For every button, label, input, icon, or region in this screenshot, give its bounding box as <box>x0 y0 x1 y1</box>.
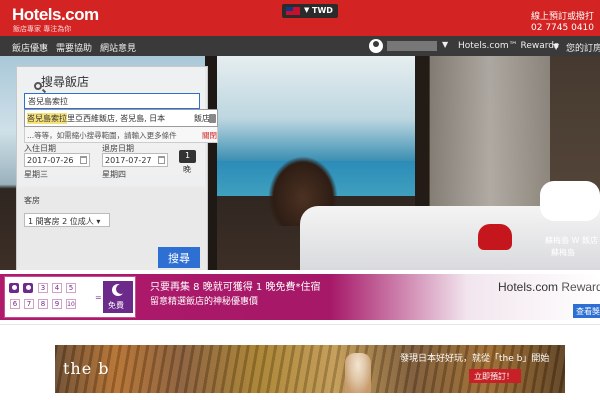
stamp-slot: 9 <box>52 299 62 309</box>
nav-rewards[interactable]: Hotels.com™ Rewards <box>458 41 559 51</box>
equals-sign: = <box>95 293 102 302</box>
suggestion-text: 里亞西維飯店, 峇兒島, 日本 <box>67 114 166 123</box>
user-name-redacted[interactable] <box>387 41 437 51</box>
hero-caption-location: 蘇梅島 <box>551 248 575 257</box>
ad-message: 發現日本好好玩，就從「the b」開始 <box>400 354 550 364</box>
taiwan-flag-icon <box>286 7 300 15</box>
checkout-date-input[interactable]: 2017-07-27 <box>102 153 168 167</box>
free-night-badge: 免費 <box>103 281 133 313</box>
phone-number[interactable]: 02 7745 0410 <box>531 23 594 33</box>
suggestion-match: 峇兒島索拉 <box>27 113 67 124</box>
logo-tagline: 飯店專家 專注為你 <box>13 25 72 33</box>
hero-curtain <box>430 56 550 216</box>
view-rewards-button[interactable]: 查看獎勵 <box>573 304 600 318</box>
hint-close-link[interactable]: 關閉 <box>202 130 217 141</box>
stamp-slot: 8 <box>38 299 48 309</box>
hint-text: ...等等，如需縮小搜尋範圍，請輸入更多條件 <box>27 131 177 140</box>
nav-my-trips[interactable]: 您的訂房 <box>566 41 600 54</box>
main-nav: 飯店優惠 需要協助 網站意見 ▼ Hotels.com™ Rewards ▼ 您… <box>0 36 600 56</box>
top-header: Hotels.com 飯店專家 專注為你 ▼ TWD 線上預訂或撥打 02 77… <box>0 0 600 36</box>
ad-kimono-figure <box>345 353 371 393</box>
hero-caption-hotel[interactable]: 蘇梅島 W 飯店 <box>545 235 598 246</box>
search-panel-title: 搜尋飯店 <box>25 73 89 90</box>
hero-sky <box>210 56 420 161</box>
promo-subline: 留意精選飯店的神秘優惠價 <box>150 297 259 307</box>
currency-code: TWD <box>312 6 333 15</box>
hero-pillow <box>540 181 600 221</box>
suggestion-type: 飯店 <box>194 114 210 123</box>
search-icon <box>34 82 42 90</box>
moon-icon <box>112 284 126 296</box>
stamp-slot: 10 <box>66 299 76 309</box>
autocomplete-suggestion[interactable]: 峇兒島索拉 里亞西維飯店, 峇兒島, 日本 飯店 <box>24 109 218 127</box>
moon-stamp-icon <box>23 283 33 293</box>
user-avatar-icon[interactable] <box>369 39 383 53</box>
stamp-slot: 3 <box>38 283 48 293</box>
chevron-down-icon: ▾ <box>96 217 101 226</box>
nights-label: 晚 <box>183 165 191 174</box>
hotel-icon <box>209 114 216 123</box>
checkout-weekday: 星期四 <box>102 170 126 179</box>
hotel-search-panel: 搜尋飯店 峇兒島索拉 里亞西維飯店, 峇兒島, 日本 飯店 ...等等，如需縮小… <box>16 66 218 272</box>
search-button[interactable]: 搜尋 <box>158 247 200 268</box>
rewards-logo: Hotels.com Rewards <box>498 280 600 294</box>
rooms-label: 客房 <box>24 196 40 205</box>
section-divider <box>0 324 600 325</box>
nav-rewards-chevron-icon[interactable]: ▼ <box>553 42 559 51</box>
hero-red-bear <box>478 224 512 250</box>
ad-book-now-button[interactable]: 立即預訂！ <box>469 369 521 383</box>
calendar-icon <box>158 156 165 164</box>
stamp-slot: 6 <box>10 299 20 309</box>
calendar-icon <box>80 156 87 164</box>
ad-brand: the b <box>63 359 110 378</box>
rooms-guests-select[interactable]: 1 間客房 2 位成人 ▾ <box>24 213 110 227</box>
promo-headline: 只要再集 8 晚就可獲得 1 晚免費*住宿 <box>150 282 321 293</box>
stamp-slot: 4 <box>52 283 62 293</box>
chevron-down-icon[interactable]: ▼ <box>442 40 448 49</box>
rewards-promo[interactable]: 3 4 5 6 7 8 9 10 = 免費 只要再集 8 晚就可獲得 1 晚免費… <box>0 270 600 324</box>
hotels-logo[interactable]: Hotels.com <box>12 5 99 25</box>
locale-currency-selector[interactable]: ▼ TWD <box>282 4 338 18</box>
destination-input[interactable] <box>24 93 200 109</box>
nav-deals[interactable]: 飯店優惠 <box>12 41 48 54</box>
nav-help[interactable]: 需要協助 <box>56 41 92 54</box>
the-b-ad-banner[interactable]: the b 發現日本好好玩，就從「the b」開始 立即預訂！ <box>55 345 565 393</box>
chevron-down-icon: ▼ <box>304 6 310 14</box>
nights-count-icon: 1 <box>179 150 196 163</box>
phone-label: 線上預訂或撥打 <box>530 12 594 22</box>
checkin-weekday: 星期三 <box>24 170 48 179</box>
moon-stamp-icon <box>9 283 19 293</box>
stamp-slot: 7 <box>24 299 34 309</box>
stamp-card: 3 4 5 6 7 8 9 10 = 免費 <box>4 276 136 318</box>
checkin-date-input[interactable]: 2017-07-26 <box>24 153 90 167</box>
stamp-slot: 5 <box>66 283 76 293</box>
nav-feedback[interactable]: 網站意見 <box>100 41 136 54</box>
autocomplete-hint: ...等等，如需縮小搜尋範圍，請輸入更多條件 關閉 <box>24 127 218 143</box>
